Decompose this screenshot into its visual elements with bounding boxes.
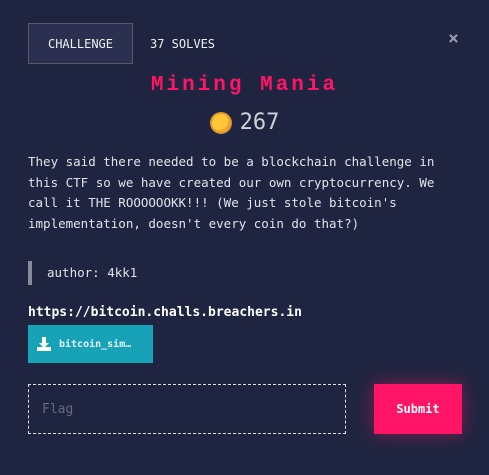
- challenge-points: 267: [0, 110, 489, 135]
- download-file-button[interactable]: bitcoin_sim…: [28, 325, 153, 363]
- challenge-url[interactable]: https://bitcoin.challs.breachers.in: [28, 305, 302, 320]
- download-icon: [37, 337, 51, 351]
- points-value: 267: [239, 110, 280, 135]
- author-quote: author: 4kk1: [28, 261, 137, 285]
- challenge-description: They said there needed to be a blockchai…: [28, 154, 435, 231]
- submit-button[interactable]: Submit: [374, 384, 462, 434]
- solves-count[interactable]: 37 SOLVES: [150, 37, 215, 51]
- challenge-title: Mining Mania: [150, 74, 339, 97]
- coin-icon: [209, 111, 232, 134]
- tab-label: CHALLENGE: [47, 36, 114, 51]
- flag-input[interactable]: [28, 384, 346, 434]
- close-icon[interactable]: ×: [448, 28, 459, 49]
- tab-challenge[interactable]: CHALLENGE: [28, 23, 133, 64]
- file-name: bitcoin_sim…: [59, 338, 132, 350]
